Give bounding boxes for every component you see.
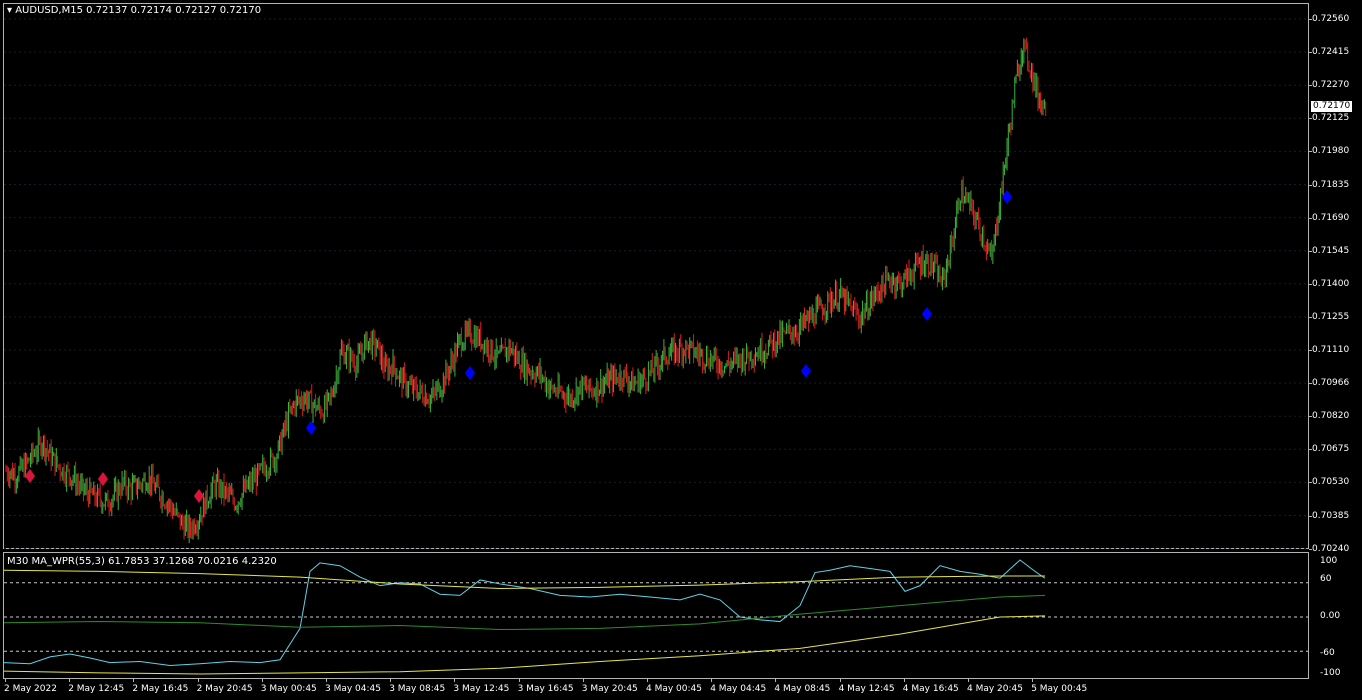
ma-signal-lower-line — [3, 615, 1046, 675]
price-tick — [1309, 383, 1312, 385]
time-tick — [69, 679, 71, 682]
price-tick-label: 0.70675 — [1312, 444, 1350, 455]
time-tick-label: 3 May 04:45 — [325, 684, 381, 694]
time-tick — [261, 679, 263, 682]
time-tick — [454, 679, 456, 682]
buy-signal-marker — [306, 421, 316, 435]
price-tick-label: 0.71690 — [1312, 212, 1350, 223]
price-tick-label: 0.71545 — [1312, 245, 1350, 256]
wpr-line — [3, 559, 1046, 666]
indicator-tick-label: -60 — [1320, 648, 1335, 658]
price-tick — [1309, 151, 1312, 153]
time-tick — [326, 679, 327, 682]
time-tick — [1032, 679, 1034, 682]
time-tick-label: 2 May 12:45 — [68, 684, 125, 694]
time-tick-label: 3 May 12:45 — [453, 684, 510, 694]
time-tick-label: 3 May 00:45 — [260, 684, 317, 694]
sell-signal-marker — [98, 472, 108, 486]
price-tick — [1309, 118, 1312, 120]
price-tick — [1309, 350, 1312, 351]
time-tick-label: 4 May 12:45 — [838, 684, 895, 694]
price-tick — [1309, 85, 1312, 87]
price-tick — [1309, 283, 1312, 285]
indicator-tick-label: 60 — [1320, 574, 1332, 584]
indicator-tick-label: 0.00 — [1320, 611, 1341, 621]
price-tick — [1309, 416, 1312, 418]
price-tick-label: 0.71835 — [1312, 179, 1350, 190]
price-tick — [1309, 548, 1312, 550]
price-tick — [1309, 515, 1312, 517]
time-tick — [775, 679, 777, 682]
price-tick — [1309, 52, 1312, 54]
time-tick-label: 4 May 08:45 — [774, 684, 831, 694]
time-tick-label: 2 May 2022 — [4, 684, 57, 694]
price-tick — [1309, 19, 1312, 20]
price-tick-label: 0.70966 — [1312, 378, 1350, 389]
price-tick-label: 0.71400 — [1312, 278, 1350, 289]
time-tick — [5, 679, 6, 682]
buy-signal-marker — [801, 364, 811, 378]
time-tick-label: 3 May 16:45 — [517, 684, 574, 694]
time-tick — [133, 679, 135, 682]
time-tick — [647, 679, 648, 682]
time-tick — [839, 679, 841, 682]
price-tick-label: 0.70385 — [1312, 510, 1350, 521]
price-tick-label: 0.72270 — [1312, 80, 1350, 91]
time-tick-label: 4 May 16:45 — [902, 684, 959, 694]
price-tick — [1309, 250, 1312, 252]
time-tick — [518, 679, 520, 682]
price-tick — [1309, 482, 1312, 484]
price-tick-label: 0.71255 — [1312, 311, 1350, 322]
time-tick — [903, 679, 905, 682]
price-tick — [1309, 449, 1312, 451]
buy-signal-marker — [465, 366, 475, 380]
time-tick — [197, 679, 199, 682]
sell-signal-marker — [194, 489, 204, 503]
price-tick-label: 0.72125 — [1312, 113, 1350, 124]
time-tick — [968, 679, 969, 682]
time-tick-label: 4 May 00:45 — [646, 684, 702, 694]
indicator-tick-label: -100 — [1320, 668, 1341, 678]
price-tick-label: 0.72415 — [1312, 47, 1350, 58]
time-tick-label: 5 May 00:45 — [1031, 684, 1088, 694]
indicator-tick-label: 100 — [1320, 556, 1338, 566]
price-tick — [1309, 217, 1312, 219]
sell-signal-marker — [25, 469, 35, 483]
ma-signal-upper-line — [3, 569, 1045, 590]
time-tick — [582, 679, 584, 682]
time-tick-label: 2 May 20:45 — [196, 684, 253, 694]
price-tick — [1309, 184, 1312, 186]
buy-signal-marker — [922, 307, 932, 321]
price-tick-label: 0.72560 — [1312, 14, 1350, 24]
time-tick — [711, 679, 713, 682]
time-tick-label: 4 May 20:45 — [967, 684, 1023, 694]
current-price-label: 0.72170 — [1311, 101, 1353, 112]
price-tick-label: 0.70820 — [1312, 411, 1350, 422]
price-tick-label: 0.71110 — [1312, 345, 1350, 355]
price-tick-label: 0.70530 — [1312, 477, 1350, 488]
time-tick-label: 3 May 08:45 — [389, 684, 446, 694]
time-tick-label: 2 May 16:45 — [132, 684, 189, 694]
time-tick-label: 3 May 20:45 — [581, 684, 638, 694]
price-tick — [1309, 316, 1312, 318]
price-tick-label: 0.71980 — [1312, 146, 1350, 157]
price-tick-label: 0.70240 — [1312, 543, 1350, 554]
ma-signal-middle-line — [3, 594, 1046, 631]
time-tick-label: 4 May 04:45 — [710, 684, 767, 694]
time-tick — [390, 679, 392, 682]
chart-canvas — [3, 18, 1308, 675]
